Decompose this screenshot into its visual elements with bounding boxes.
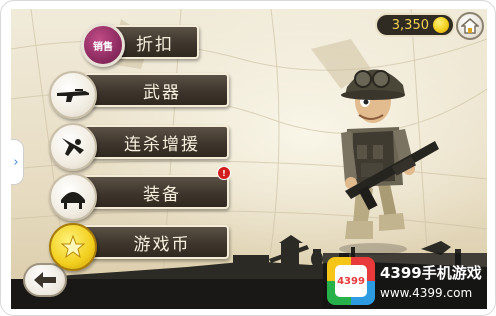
- equipment-button[interactable]: 装备: [81, 175, 229, 209]
- device-frame: › 3,350 销售 折扣 武器 连杀增援 装备 ! 游戏币 4399 4399…: [0, 0, 496, 316]
- sale-badge-icon[interactable]: 销售: [81, 23, 125, 67]
- coin-balance: 3,350: [375, 13, 455, 37]
- coins-button[interactable]: 游戏币: [81, 225, 229, 259]
- soldier-character: [339, 69, 439, 255]
- watermark-title: 4399手机游戏: [380, 264, 482, 282]
- back-button[interactable]: [23, 263, 67, 297]
- discount-label: 折扣: [136, 34, 174, 55]
- home-icon: [461, 18, 479, 34]
- helmet-icon[interactable]: [49, 173, 97, 221]
- equipment-label: 装备: [143, 184, 181, 205]
- weapons-label: 武器: [143, 82, 181, 103]
- equipment-alert-badge: !: [217, 166, 231, 180]
- coin-amount: 3,350: [391, 17, 429, 33]
- game-screen: › 3,350 销售 折扣 武器 连杀增援 装备 ! 游戏币 4399 4399…: [11, 9, 487, 309]
- sale-badge-text: 销售: [93, 41, 113, 53]
- watermark-logo: 4399: [327, 257, 375, 305]
- watermark-overlay: 4399 4399手机游戏 www.4399.com: [323, 253, 487, 309]
- watermark-logo-text: 4399: [335, 265, 367, 297]
- weapons-button[interactable]: 武器: [81, 73, 229, 107]
- side-drawer-tab[interactable]: ›: [11, 139, 24, 185]
- coin-icon: [433, 17, 449, 33]
- rifle-icon[interactable]: [49, 71, 97, 119]
- watermark-url: www.4399.com: [380, 286, 473, 300]
- coins-label: 游戏币: [133, 234, 191, 255]
- back-arrow-icon: [34, 272, 56, 288]
- killstreak-label: 连杀增援: [124, 134, 200, 155]
- airplane-icon[interactable]: [49, 123, 97, 171]
- home-button[interactable]: [456, 12, 484, 40]
- killstreak-button[interactable]: 连杀增援: [81, 125, 229, 159]
- star-coin-icon[interactable]: [49, 223, 97, 271]
